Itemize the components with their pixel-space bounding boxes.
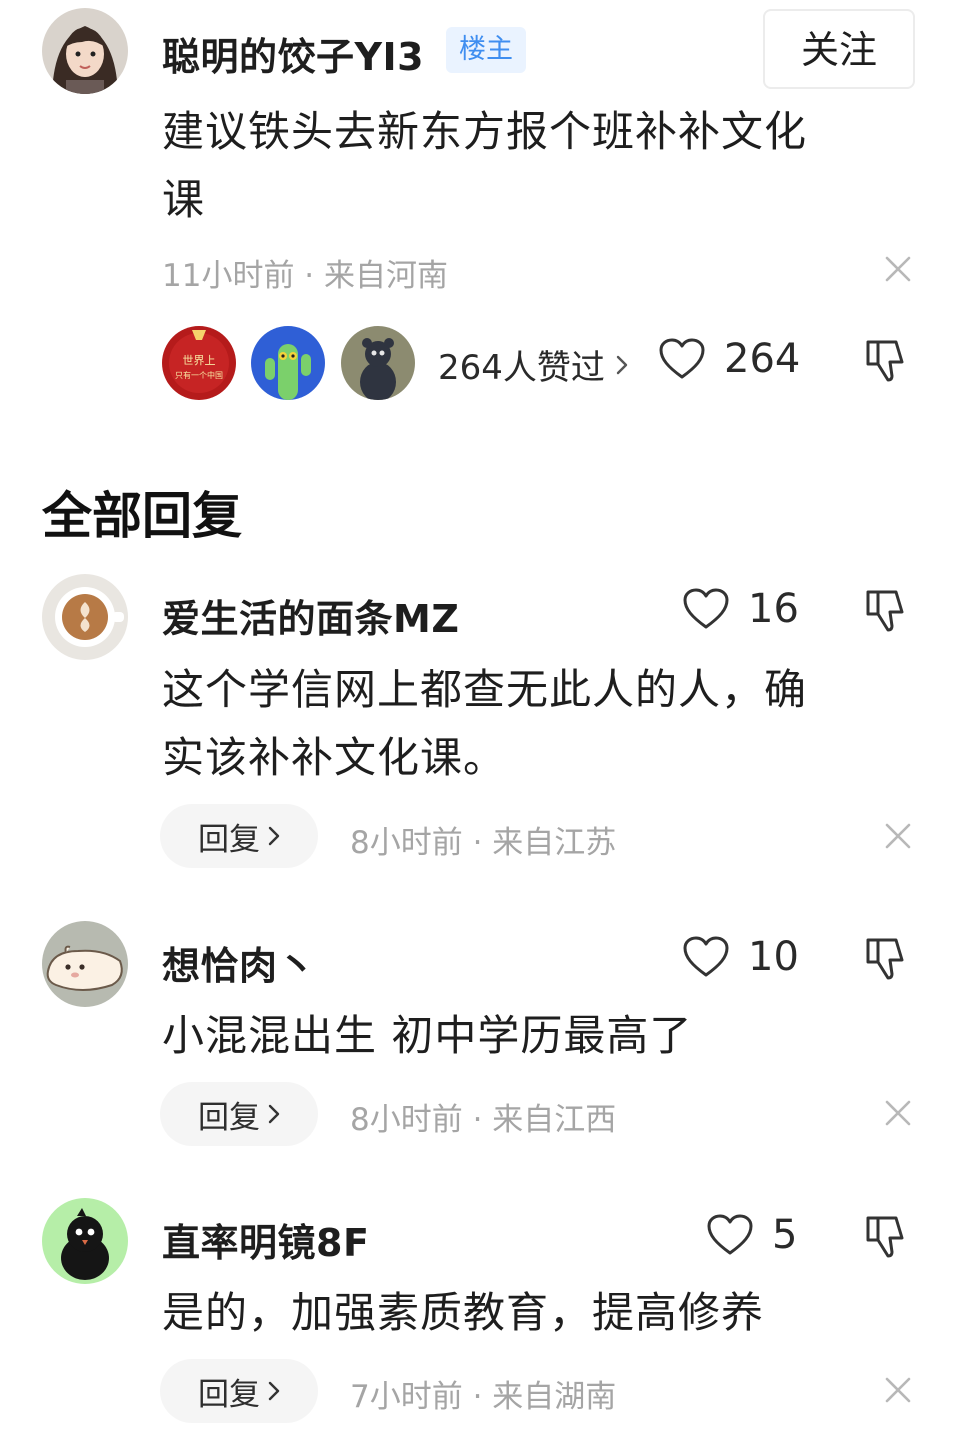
reply-3-text: 是的，加强素质教育，提高修养 [162, 1279, 902, 1347]
liker-avatar-1-text-1: 世界上 [183, 354, 216, 367]
close-icon[interactable] [884, 1376, 912, 1404]
close-icon[interactable] [884, 255, 912, 283]
reply-2-meta: 8小时前 · 来自江西 [350, 1102, 617, 1138]
reply-2-reply-button[interactable]: 回复 [160, 1082, 318, 1146]
follow-button[interactable]: 关注 [763, 9, 915, 89]
chevron-right-icon [268, 826, 280, 846]
thumbs-down-icon[interactable] [862, 934, 910, 982]
reply-2-like-button[interactable]: 10 [682, 934, 799, 980]
reply-3-username[interactable]: 直率明镜8F [162, 1212, 369, 1267]
main-comment-like-count: 264 [724, 336, 801, 382]
reply-1-like-button[interactable]: 16 [682, 586, 799, 632]
main-comment-like-button[interactable]: 264 [658, 336, 800, 382]
liker-avatar-2[interactable] [251, 326, 325, 400]
main-comment-avatar[interactable] [42, 8, 128, 94]
reply-2-text-line1: 小混混出生 初中学历最高了 [162, 1011, 693, 1060]
heart-icon [683, 588, 729, 629]
thumbs-down-icon[interactable] [862, 1212, 910, 1260]
op-badge: 楼主 [446, 27, 526, 73]
reply-1-text: 这个学信网上都查无此人的人，确 实该补补文化课。 [162, 656, 902, 792]
close-icon[interactable] [884, 1099, 912, 1127]
reply-3-like-count: 5 [772, 1212, 798, 1258]
reply-3-avatar[interactable] [42, 1198, 128, 1284]
main-comment-meta: 11小时前 · 来自河南 [162, 258, 449, 294]
reply-3-text-line1: 是的，加强素质教育，提高修养 [162, 1288, 765, 1337]
likers-label: 264人赞过 [438, 348, 605, 388]
reply-3-reply-button[interactable]: 回复 [160, 1359, 318, 1423]
main-comment-text-line1: 建议铁头去新东方报个班补补文化 [162, 107, 808, 156]
heart-icon [683, 936, 729, 977]
chevron-right-icon [616, 355, 628, 374]
reply-2-username[interactable]: 想恰肉丶 [162, 935, 316, 990]
reply-1-text-line1: 这个学信网上都查无此人的人，确 [162, 665, 808, 714]
heart-icon [707, 1214, 753, 1255]
main-comment-text-line2: 课 [162, 175, 206, 224]
section-title: 全部回复 [42, 487, 242, 545]
reply-1-avatar[interactable] [42, 574, 128, 660]
reply-2-reply-label: 回复 [198, 1099, 260, 1136]
likers-link[interactable]: 264人赞过 [438, 340, 629, 389]
reply-3-reply-label: 回复 [198, 1376, 260, 1413]
close-icon[interactable] [884, 822, 912, 850]
reply-1-text-line2: 实该补补文化课。 [162, 733, 507, 782]
main-comment-text: 建议铁头去新东方报个班补补文化 课 [162, 98, 902, 234]
thumbs-down-icon[interactable] [862, 336, 910, 384]
heart-icon [659, 338, 705, 379]
liker-avatar-1[interactable]: 世界上 只有一个中国 [162, 326, 236, 400]
reply-1-meta: 8小时前 · 来自江苏 [350, 825, 617, 861]
reply-3-like-button[interactable]: 5 [706, 1212, 797, 1258]
reply-1-reply-button[interactable]: 回复 [160, 804, 318, 868]
chevron-right-icon [268, 1381, 280, 1401]
reply-2-text: 小混混出生 初中学历最高了 [162, 1002, 902, 1070]
chevron-right-icon [268, 1104, 280, 1124]
reply-2-like-count: 10 [748, 934, 799, 980]
main-comment-username[interactable]: 聪明的饺子YI3 [162, 26, 424, 81]
thumbs-down-icon[interactable] [862, 586, 910, 634]
liker-avatar-3[interactable] [341, 326, 415, 400]
reply-1-username[interactable]: 爱生活的面条MZ [162, 588, 459, 643]
reply-2-avatar[interactable] [42, 921, 128, 1007]
reply-1-like-count: 16 [748, 586, 799, 632]
liker-avatar-1-text-2: 只有一个中国 [175, 370, 223, 380]
reply-3-meta: 7小时前 · 来自湖南 [350, 1379, 617, 1415]
reply-1-reply-label: 回复 [198, 821, 260, 858]
